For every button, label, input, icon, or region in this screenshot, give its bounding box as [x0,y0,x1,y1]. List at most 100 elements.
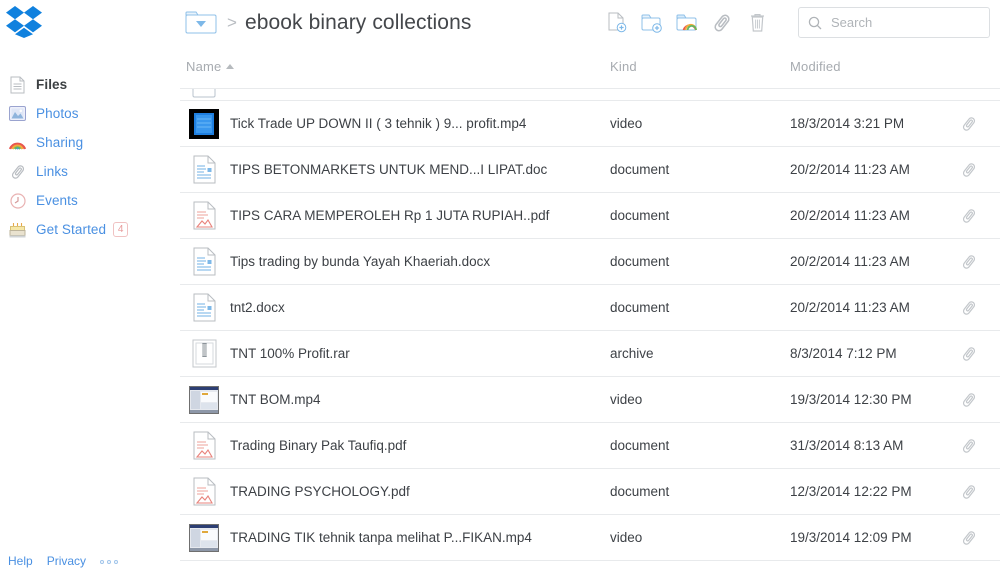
document-icon [186,152,222,188]
table-header: Name Kind Modified [180,59,1000,85]
search-box[interactable] [798,7,990,38]
sort-asc-icon [226,64,235,69]
file-kind: video [610,392,643,407]
file-kind: video [610,530,643,545]
list-bottom-divider [180,560,1000,562]
file-modified: 19/3/2014 12:09 PM [790,530,912,545]
file-modified: 8/3/2014 7:12 PM [790,346,897,361]
table-row[interactable]: Tick Trade UP DOWN II ( 3 tehnik ) 9... … [180,100,1000,146]
sidebar-item-events[interactable]: Events [0,186,180,215]
table-row[interactable]: Trading Binary Pak Taufiq.pdf document 3… [180,422,1000,468]
file-modified: 20/2/2014 11:23 AM [790,254,910,269]
file-modified: 12/3/2014 12:22 PM [790,484,912,499]
file-modified: 20/2/2014 11:23 AM [790,208,910,223]
sidebar: Files Photos Sharing Links Events Get St… [0,0,180,576]
sidebar-footer: Help Privacy [8,554,119,568]
dropbox-file-browser: Files Photos Sharing Links Events Get St… [0,0,1000,576]
pdf-icon [186,428,222,464]
document-icon [186,290,222,326]
clock-icon [8,191,27,210]
column-header-kind[interactable]: Kind [610,59,637,74]
sidebar-item-label: Photos [36,106,79,121]
sidebar-item-photos[interactable]: Photos [0,99,180,128]
file-modified: 20/2/2014 11:23 AM [790,300,910,315]
main-panel: > ebook binary collections Search Name K… [180,0,1000,576]
file-kind: archive [610,346,654,361]
ellipsis-icon[interactable] [100,559,119,564]
sidebar-item-label: Get Started [36,222,107,237]
file-name: Tick Trade UP DOWN II ( 3 tehnik ) 9... … [230,116,527,131]
file-modified: 31/3/2014 8:13 AM [790,438,904,453]
video-thumbnail-icon [186,520,222,556]
column-header-modified[interactable]: Modified [790,59,841,74]
file-name: TRADING TIK tehnik tanpa melihat P...FIK… [230,530,532,545]
privacy-link[interactable]: Privacy [47,554,86,568]
table-row[interactable]: TIPS CARA MEMPEROLEH Rp 1 JUTA RUPIAH..p… [180,192,1000,238]
file-modified: 19/3/2014 12:30 PM [790,392,912,407]
sidebar-item-links[interactable]: Links [0,157,180,186]
paperclip-icon[interactable] [960,437,978,455]
paperclip-icon[interactable] [960,115,978,133]
table-row[interactable]: TNT BOM.mp4 video 19/3/2014 12:30 PM [180,376,1000,422]
paperclip-icon[interactable] [711,12,733,34]
file-name: TIPS BETONMARKETS UNTUK MEND...I LIPAT.d… [230,162,548,177]
file-kind: document [610,484,670,499]
shared-folder-icon[interactable] [676,12,698,34]
sidebar-item-label: Files [36,77,68,92]
file-kind: video [610,116,643,131]
file-name: TIPS CARA MEMPEROLEH Rp 1 JUTA RUPIAH..p… [230,208,550,223]
table-row[interactable] [180,88,1000,100]
sidebar-item-get-started[interactable]: Get Started 4 [0,215,180,244]
document-icon [186,244,222,280]
help-link[interactable]: Help [8,554,33,568]
paperclip-icon [8,162,27,181]
paperclip-icon[interactable] [960,345,978,363]
trash-icon[interactable] [746,12,768,34]
paperclip-icon[interactable] [960,529,978,547]
paperclip-icon[interactable] [960,391,978,409]
column-header-name-label: Name [186,59,222,74]
file-list[interactable]: Tick Trade UP DOWN II ( 3 tehnik ) 9... … [180,88,1000,576]
pdf-icon [186,474,222,510]
table-row[interactable]: TRADING PSYCHOLOGY.pdf document 12/3/201… [180,468,1000,514]
breadcrumb-separator: > [227,12,237,32]
sidebar-item-sharing[interactable]: Sharing [0,128,180,157]
paperclip-icon[interactable] [960,253,978,271]
search-icon [808,16,822,29]
paperclip-icon[interactable] [960,161,978,179]
file-lines-icon [8,75,27,94]
table-row[interactable]: TNT 100% Profit.rar archive 8/3/2014 7:1… [180,330,1000,376]
video-thumbnail-icon [186,382,222,418]
dropbox-logo[interactable] [4,4,44,38]
file-kind: document [610,300,670,315]
photo-icon [8,104,27,123]
file-name: Trading Binary Pak Taufiq.pdf [230,438,407,453]
column-header-name[interactable]: Name [186,59,235,74]
file-name: TNT BOM.mp4 [230,392,321,407]
table-row[interactable]: Tips trading by bunda Yayah Khaeriah.doc… [180,238,1000,284]
paperclip-icon[interactable] [960,207,978,225]
paperclip-icon[interactable] [960,483,978,501]
table-row[interactable]: TRADING TIK tehnik tanpa melihat P...FIK… [180,514,1000,560]
file-name: TNT 100% Profit.rar [230,346,350,361]
video-thumbnail-icon [186,106,222,142]
table-row[interactable]: TIPS BETONMARKETS UNTUK MEND...I LIPAT.d… [180,146,1000,192]
paperclip-icon[interactable] [960,299,978,317]
search-input[interactable] [829,14,979,31]
toolbar: > ebook binary collections [180,0,1000,45]
archive-icon [186,336,222,372]
file-name: TRADING PSYCHOLOGY.pdf [230,484,410,499]
table-row[interactable]: tnt2.docx document 20/2/2014 11:23 AM [180,284,1000,330]
rainbow-icon [8,133,27,152]
file-plus-icon[interactable] [606,12,628,34]
sidebar-item-files[interactable]: Files [0,70,180,99]
pdf-icon [186,198,222,234]
folder-dropdown-icon[interactable] [184,10,218,36]
page-title: ebook binary collections [244,10,472,34]
get-started-badge: 4 [113,222,129,237]
cake-icon [8,220,27,239]
file-name: tnt2.docx [230,300,285,315]
sidebar-item-label: Links [36,164,69,179]
sidebar-item-label: Events [36,193,78,208]
folder-plus-icon[interactable] [641,12,663,34]
